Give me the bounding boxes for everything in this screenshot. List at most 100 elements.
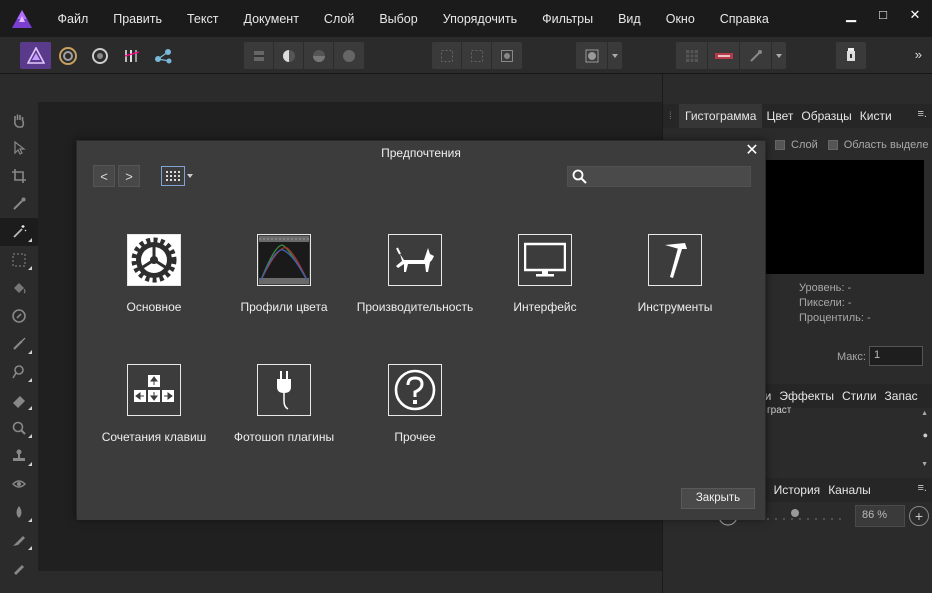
tab-swatches[interactable]: Образцы	[797, 109, 855, 123]
scroll-down-icon[interactable]: ▼	[921, 461, 928, 468]
studio-preset-button[interactable]	[836, 42, 866, 69]
pref-shortcuts-label: Сочетания клавиш	[101, 430, 207, 444]
menu-file[interactable]: Файл	[45, 12, 101, 26]
assist-dropdown[interactable]	[772, 42, 786, 69]
histogram-options: Слой Область выделе	[775, 139, 928, 151]
paint-brush-tool[interactable]	[0, 330, 38, 358]
preferences-search-input[interactable]	[567, 166, 751, 187]
menu-document[interactable]: Документ	[231, 12, 311, 26]
tab-stock[interactable]: Запас	[881, 389, 922, 403]
quick-mask-button[interactable]	[492, 42, 522, 69]
record-group	[576, 42, 622, 69]
toolbar-overflow-button[interactable]: »	[915, 47, 922, 62]
tab-channels[interactable]: Каналы	[824, 483, 875, 497]
tab-history[interactable]: История	[770, 483, 825, 497]
panel-menu-icon[interactable]: ≡.	[918, 482, 927, 494]
scroll-thumb-icon[interactable]: ●	[923, 430, 928, 440]
blur-tool[interactable]	[0, 414, 38, 442]
forward-button[interactable]: >	[118, 165, 140, 187]
back-button[interactable]: <	[93, 165, 115, 187]
contrast-item-partial: граст	[767, 405, 792, 416]
grid-view-dropdown[interactable]	[187, 174, 193, 178]
view-tool[interactable]	[0, 106, 38, 134]
tab-styles[interactable]: Стили	[838, 389, 881, 403]
grid-toggle-button[interactable]	[676, 42, 708, 69]
tone-mapping-persona-button[interactable]	[116, 42, 148, 69]
selection-brush-tool[interactable]	[0, 190, 38, 218]
menu-select[interactable]: Выбор	[367, 12, 430, 26]
pen-tool[interactable]	[0, 526, 38, 554]
menu-edit[interactable]: Править	[101, 12, 175, 26]
pref-performance[interactable]: Производительность	[340, 234, 490, 314]
zoom-in-button[interactable]: +	[909, 506, 929, 526]
export-persona-button[interactable]	[148, 42, 180, 69]
develop-persona-button[interactable]	[84, 42, 116, 69]
selection-mode-new-button[interactable]	[432, 42, 462, 69]
pref-photoshop-plugins[interactable]: Фотошоп плагины	[209, 364, 359, 444]
dodge-tool[interactable]	[0, 358, 38, 386]
red-eye-tool[interactable]	[0, 470, 38, 498]
split-view-icon	[714, 52, 733, 59]
smudge-tool[interactable]	[0, 498, 38, 526]
shape-tool[interactable]	[0, 554, 38, 582]
tool-flyout-indicator	[28, 462, 32, 466]
pref-shortcuts[interactable]: Сочетания клавиш	[79, 364, 229, 444]
flood-fill-tool[interactable]	[0, 274, 38, 302]
pref-miscellaneous[interactable]: Прочее	[340, 364, 490, 444]
eraser-tool[interactable]	[0, 386, 38, 414]
scroll-up-icon[interactable]: ▲	[921, 410, 928, 417]
split-view-button[interactable]	[708, 42, 740, 69]
pref-interface[interactable]: Интерфейс	[470, 234, 620, 314]
layer-checkbox[interactable]	[775, 140, 785, 150]
flood-select-tool[interactable]	[0, 218, 38, 246]
photo-persona-button[interactable]	[20, 42, 52, 69]
dialog-close-icon[interactable]: ✕	[744, 143, 760, 159]
liquify-persona-button[interactable]	[52, 42, 84, 69]
affinity-photo-logo[interactable]	[11, 8, 33, 30]
zoom-input[interactable]: 86 %	[855, 505, 905, 527]
crop-tool[interactable]	[0, 162, 38, 190]
panel-menu-icon[interactable]: ≡.	[918, 108, 927, 120]
pref-tools[interactable]: Инструменты	[600, 234, 750, 314]
tab-color[interactable]: Цвет	[762, 109, 797, 123]
auto-colors-button[interactable]	[304, 42, 334, 69]
menu-filters[interactable]: Фильтры	[530, 12, 606, 26]
snapshot-button[interactable]	[576, 42, 608, 69]
move-tool[interactable]	[0, 134, 38, 162]
tool-flyout-indicator	[28, 238, 32, 242]
max-input[interactable]: 1	[869, 346, 923, 366]
menu-arrange[interactable]: Упорядочить	[430, 12, 529, 26]
pref-color-profiles-label: Профили цвета	[240, 300, 328, 314]
minimize-button[interactable]: ▁	[844, 8, 858, 22]
menu-view[interactable]: Вид	[606, 12, 654, 26]
tab-effects[interactable]: Эффекты	[775, 389, 838, 403]
plug-icon	[257, 364, 311, 416]
brush-assist-button[interactable]	[740, 42, 772, 69]
menu-window[interactable]: Окно	[653, 12, 707, 26]
auto-white-balance-button[interactable]	[334, 42, 364, 69]
tab-brushes[interactable]: Кисти	[856, 109, 896, 123]
selection-checkbox[interactable]	[827, 140, 838, 150]
grid-view-button[interactable]	[161, 166, 185, 186]
marquee-tool[interactable]	[0, 246, 38, 274]
color-picker-tool[interactable]	[0, 302, 38, 330]
snapshot-dropdown[interactable]	[608, 42, 622, 69]
pref-miscellaneous-label: Прочее	[394, 430, 436, 444]
menu-help[interactable]: Справка	[707, 12, 781, 26]
tab-histogram[interactable]: Гистограмма	[679, 104, 763, 128]
close-window-button[interactable]: ✕	[908, 8, 922, 22]
selection-brush-icon	[13, 197, 26, 210]
menu-text[interactable]: Текст	[174, 12, 230, 26]
pref-general[interactable]: Основное	[79, 234, 229, 314]
maximize-button[interactable]: □	[876, 8, 890, 22]
clone-tool[interactable]	[0, 442, 38, 470]
keyboard-arrows-icon	[127, 364, 181, 416]
auto-levels-button[interactable]	[244, 42, 274, 69]
auto-contrast-button[interactable]	[274, 42, 304, 69]
close-button[interactable]: Закрыть	[681, 488, 755, 509]
snapshot-icon	[585, 49, 598, 62]
menu-layer[interactable]: Слой	[311, 12, 366, 26]
selection-mode-add-button[interactable]	[462, 42, 492, 69]
pref-color-profiles[interactable]: Профили цвета	[209, 234, 359, 314]
contrast-icon	[282, 49, 295, 62]
